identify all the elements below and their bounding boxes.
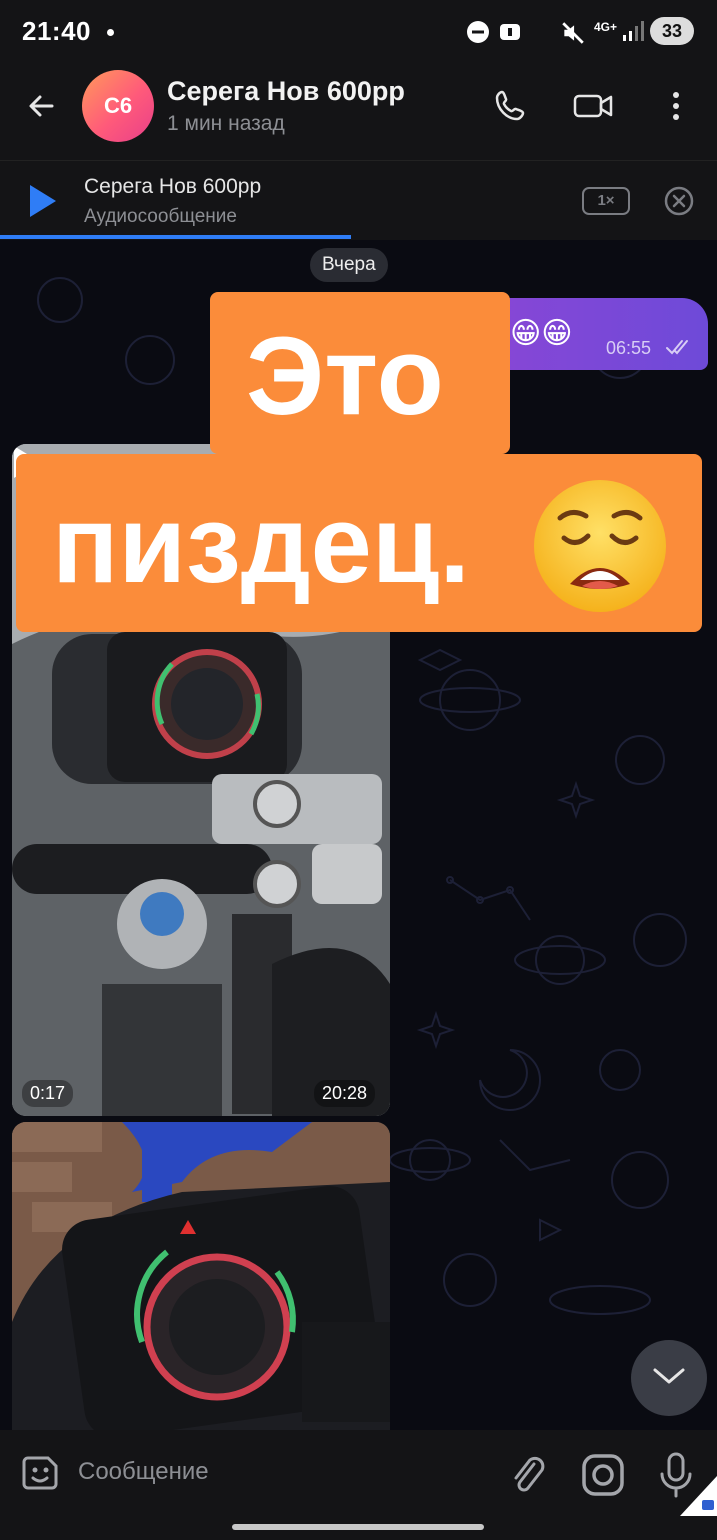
mute-icon (562, 22, 584, 44)
network-type: 4G+ (594, 20, 618, 34)
corner-notification-icon (680, 1476, 717, 1516)
chevron-down-icon (653, 1368, 685, 1384)
paperclip-icon[interactable] (506, 1452, 546, 1496)
audio-type-label: Аудиосообщение (84, 206, 237, 227)
video-duration: 0:17 (22, 1080, 74, 1107)
video-time: 20:28 (314, 1080, 376, 1107)
read-receipt-icon (666, 340, 688, 355)
battery-indicator: 33 (650, 17, 694, 45)
back-arrow-icon[interactable] (22, 86, 62, 126)
do-not-disturb-icon (467, 21, 489, 43)
notification-dot (107, 29, 114, 36)
status-time: 21:40 (22, 16, 91, 46)
more-options-icon[interactable] (656, 86, 696, 126)
close-icon[interactable] (663, 185, 695, 217)
video-thumbnail (12, 1122, 390, 1430)
caption-line-1: Это (246, 315, 444, 438)
audio-sender: Серега Нов 600рр (84, 175, 262, 198)
phone-call-icon[interactable] (490, 86, 530, 126)
weary-face-icon (534, 480, 666, 612)
chat-title[interactable]: Серега Нов 600рр (167, 76, 405, 107)
chat-header: C6 Серега Нов 600рр 1 мин назад (0, 64, 717, 160)
audio-player-bar[interactable]: Серега Нов 600рр Аудиосообщение 1× (0, 160, 717, 240)
caption-line-2: пиздец. (52, 483, 470, 606)
play-icon[interactable] (28, 183, 58, 219)
camera-icon[interactable] (580, 1452, 626, 1498)
app-notification-icon (500, 24, 520, 40)
scroll-to-bottom-button[interactable] (631, 1340, 707, 1416)
date-separator: Вчера (310, 248, 388, 282)
video-message[interactable] (12, 1122, 390, 1430)
message-input[interactable]: Сообщение (78, 1458, 209, 1486)
last-seen-status: 1 мин назад (167, 112, 285, 135)
avatar[interactable]: C6 (82, 70, 154, 142)
audio-progress-bar (0, 235, 352, 239)
home-indicator (232, 1524, 484, 1530)
video-call-icon[interactable] (572, 86, 616, 126)
status-bar: 21:40 4G+ 33 (0, 0, 717, 64)
message-time: 06:55 (606, 338, 652, 358)
caption-box-top: Это (210, 292, 510, 454)
playback-speed-button[interactable]: 1× (582, 187, 630, 215)
message-emoji: 😁😁 (510, 317, 573, 350)
sticker-icon[interactable] (20, 1452, 62, 1494)
signal-icon (623, 21, 644, 41)
